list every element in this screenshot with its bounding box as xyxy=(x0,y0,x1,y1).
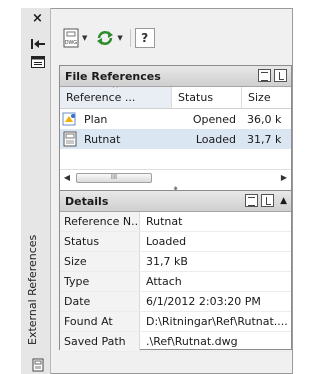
properties-menu-icon[interactable] xyxy=(31,56,45,68)
column-header-label: Size xyxy=(248,91,271,104)
toolbar: DWG ▼ ▼ ? xyxy=(59,24,155,52)
drawing-icon xyxy=(62,112,76,126)
details-view-icon[interactable] xyxy=(245,194,259,207)
reference-list: Plan Opened 36,0 k Rutnat Loaded 31,7 k xyxy=(60,109,291,149)
details-value: 6/1/2012 2:03:20 PM xyxy=(146,295,261,308)
details-label: Saved Path xyxy=(60,332,140,351)
details-value: .\Ref\Rutnat.dwg xyxy=(146,335,238,348)
refresh-icon xyxy=(97,31,114,45)
scroll-track[interactable]: III xyxy=(74,171,277,185)
palette-title: External References xyxy=(26,234,39,345)
reference-status: Opened xyxy=(192,112,236,126)
palette-icon xyxy=(32,358,44,372)
reference-status: Loaded xyxy=(195,132,236,146)
column-header-label: Reference ... xyxy=(66,91,136,104)
details-label: Type xyxy=(60,272,140,291)
chevron-down-icon[interactable]: ▼ xyxy=(117,34,122,42)
reference-name: Plan xyxy=(84,112,108,126)
svg-text:DWG: DWG xyxy=(65,40,77,46)
details-row: Date 6/1/2012 2:03:20 PM xyxy=(60,292,291,312)
details-label: Status xyxy=(60,232,140,251)
collapse-icon[interactable]: ▲ xyxy=(280,196,287,206)
close-icon[interactable]: × xyxy=(32,12,43,25)
list-view-icon[interactable] xyxy=(258,69,271,82)
reference-name: Rutnat xyxy=(84,132,121,146)
column-header-label: Status xyxy=(178,91,214,104)
attach-dwg-icon: DWG xyxy=(63,28,79,48)
column-header-size[interactable]: Size xyxy=(242,87,291,108)
details-label: Found At xyxy=(60,312,140,331)
details-value[interactable]: Attach xyxy=(140,275,291,288)
sort-ascending-icon: ^ xyxy=(112,87,119,93)
details-panel: Details ▲ Reference N... Rutnat Status L… xyxy=(59,190,292,352)
auto-hide-icon[interactable] xyxy=(31,38,45,50)
reference-size: 31,7 k xyxy=(247,132,282,146)
details-label: Reference N... xyxy=(60,212,140,231)
details-table: Reference N... Rutnat Status Loaded Size… xyxy=(60,212,291,352)
details-row: Type Attach xyxy=(60,272,291,292)
scroll-left-icon[interactable]: ◀ xyxy=(60,173,74,182)
column-header-reference[interactable]: ^ Reference ... xyxy=(60,87,172,108)
details-header[interactable]: Details ▲ xyxy=(60,191,291,212)
attach-dwg-button[interactable]: DWG ▼ xyxy=(59,26,90,50)
details-label: Date xyxy=(60,292,140,311)
file-references-header[interactable]: File References xyxy=(60,66,291,87)
list-item[interactable]: Plan Opened 36,0 k xyxy=(60,109,291,129)
details-value: Loaded xyxy=(146,235,187,248)
column-header-status[interactable]: Status xyxy=(172,87,242,108)
details-value[interactable]: Rutnat xyxy=(140,215,291,228)
dwg-file-icon xyxy=(63,131,77,147)
details-row: Status Loaded xyxy=(60,232,291,252)
help-button[interactable]: ? xyxy=(134,28,155,48)
preview-view-icon[interactable] xyxy=(261,194,275,207)
refresh-button[interactable]: ▼ xyxy=(92,26,125,50)
file-references-title: File References xyxy=(65,69,161,83)
scroll-thumb[interactable]: III xyxy=(76,172,152,183)
details-value: 31,7 kB xyxy=(146,255,188,268)
list-item[interactable]: Rutnat Loaded 31,7 k xyxy=(60,129,291,149)
toolbar-separator xyxy=(129,29,131,47)
horizontal-scrollbar[interactable]: ◀ III ▶ xyxy=(60,169,291,185)
details-label: Size xyxy=(60,252,140,271)
details-title: Details xyxy=(65,194,109,208)
details-row: Size 31,7 kB xyxy=(60,252,291,272)
details-value: D:\Ritningar\Ref\Rutnat.... xyxy=(146,315,288,328)
scroll-right-icon[interactable]: ▶ xyxy=(277,173,291,182)
details-row: Found At D:\Ritningar\Ref\Rutnat.... xyxy=(60,312,291,332)
chevron-down-icon[interactable]: ▼ xyxy=(82,34,87,42)
details-row: Reference N... Rutnat xyxy=(60,212,291,232)
details-row: Saved Path .\Ref\Rutnat.dwg xyxy=(60,332,291,352)
tree-view-icon[interactable] xyxy=(274,69,287,82)
column-headers: ^ Reference ... Status Size xyxy=(60,87,291,109)
reference-size: 36,0 k xyxy=(247,112,282,126)
